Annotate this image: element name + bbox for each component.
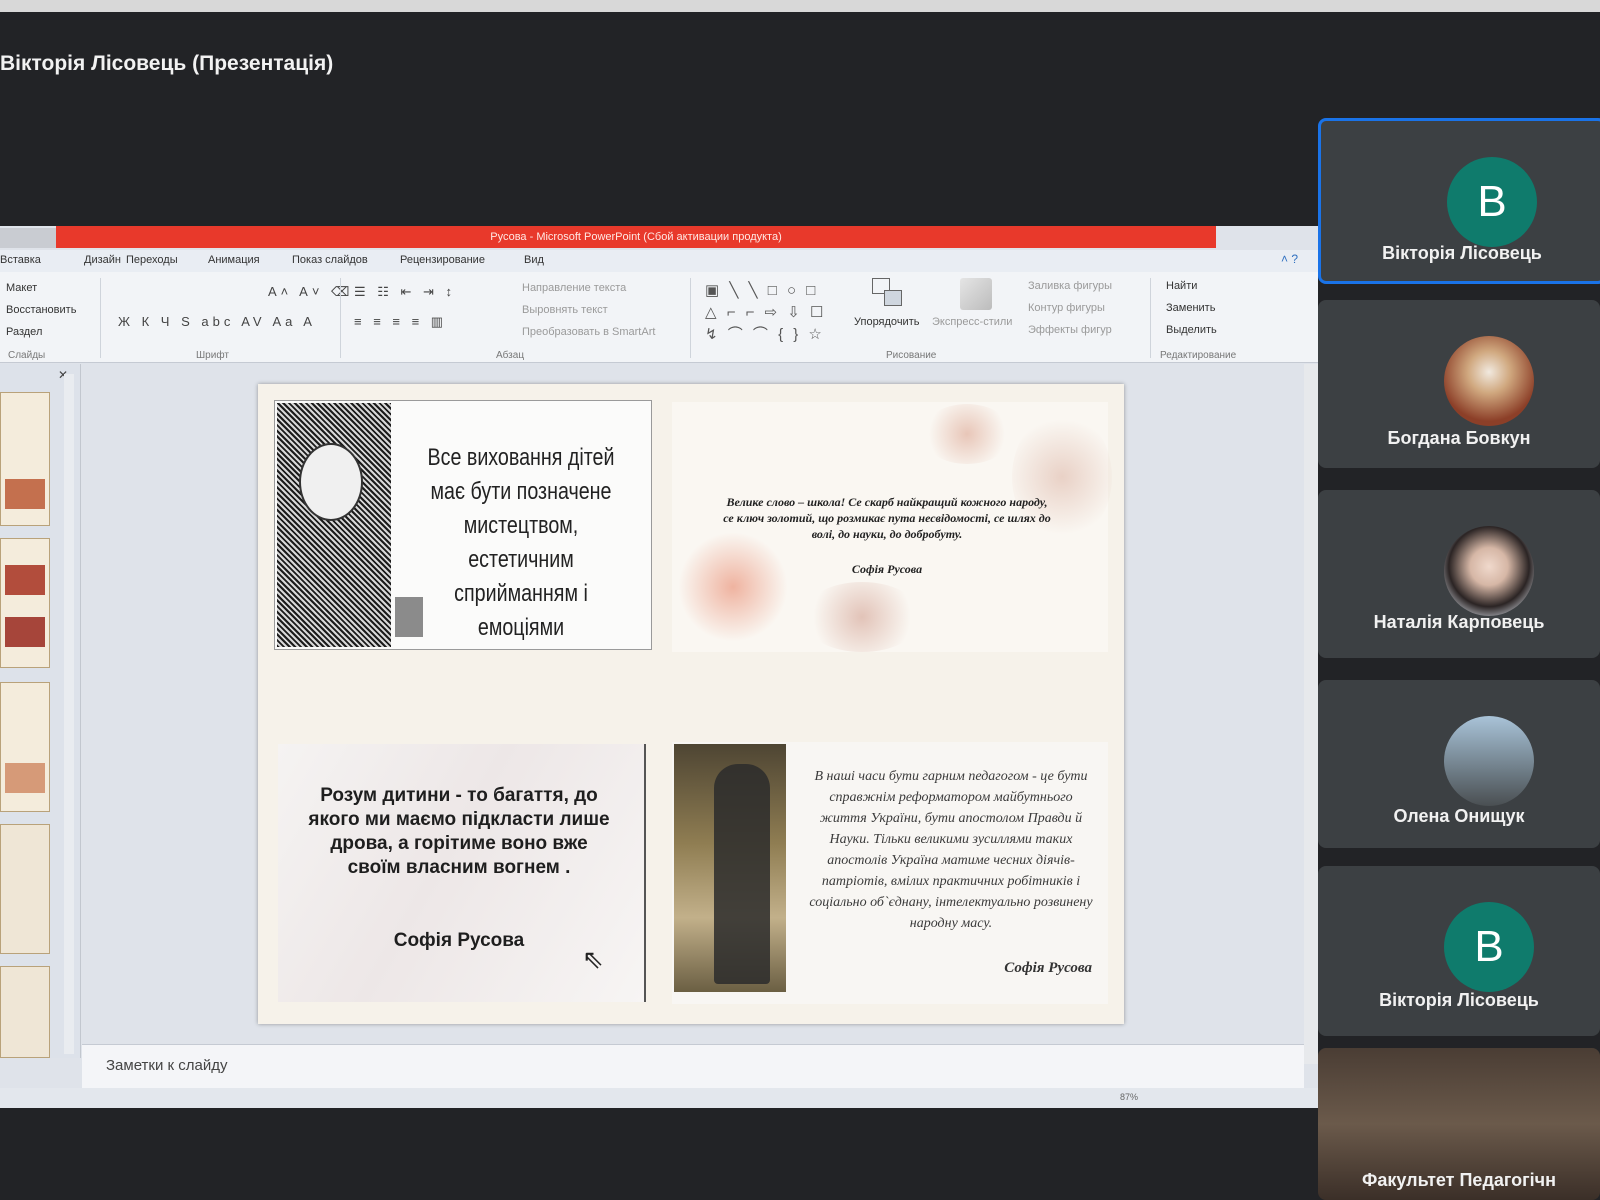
text-direction-button[interactable]: Направление текста: [522, 282, 626, 294]
drawing-group-label: Рисование: [886, 350, 937, 361]
quote-author-3: Софія Русова: [393, 930, 525, 951]
shapes-gallery[interactable]: ▣ ╲ ╲ □ ○ □ △ ⌐ ⌐ ⇨ ⇩ ☐ ↯ ⌒ ⌒ { } ☆: [705, 280, 845, 346]
slides-panel: ✕: [0, 364, 81, 1058]
zoom-level[interactable]: 87%: [1120, 1092, 1138, 1102]
top-bezel: [0, 0, 1600, 12]
tab-transitions[interactable]: Переходы: [126, 254, 178, 266]
quote-card-4[interactable]: В наші часи бути гарним педагогом - це б…: [672, 742, 1108, 1004]
portrait-image: [277, 403, 391, 647]
editing-group-label: Редактирование: [1160, 350, 1237, 361]
font-group-label: Шрифт: [196, 350, 229, 361]
window-title: Русова - Microsoft PowerPoint (Сбой акти…: [56, 226, 1216, 248]
avatar: [1444, 716, 1534, 806]
presentation-title: Вікторія Лісовець (Презентація): [0, 52, 334, 75]
section-button[interactable]: Раздел: [6, 326, 42, 338]
avatar: [1444, 526, 1534, 616]
participant-name: Богдана Бовкун: [1387, 428, 1531, 448]
tab-review[interactable]: Рецензирование: [400, 254, 485, 266]
participant-name: Наталія Карповець: [1373, 612, 1545, 632]
tab-design[interactable]: Дизайн: [84, 254, 121, 266]
quote-author-2: Софія Русова: [851, 562, 923, 576]
shape-outline-button[interactable]: Контур фигуры: [1028, 302, 1105, 314]
participant-tile[interactable]: Олена Онищук: [1318, 680, 1600, 848]
avatar: В: [1444, 902, 1534, 992]
ribbon-separator: [690, 278, 691, 358]
quote-text-3: Розум дитини - то багаття, до якого ми м…: [308, 785, 610, 878]
shape-fill-button[interactable]: Заливка фигуры: [1028, 280, 1112, 292]
slide-thumbnail[interactable]: [0, 538, 50, 668]
quote-text-4: В наші часи бути гарним педагогом - це б…: [809, 769, 1093, 931]
help-icon[interactable]: ˄ ?: [1281, 252, 1298, 266]
portrait-face: [299, 443, 363, 521]
slide-thumbnail[interactable]: [0, 682, 50, 812]
ribbon-separator: [100, 278, 101, 358]
quick-styles-button[interactable]: Экспресс-стили: [932, 316, 1012, 328]
quote-text-2: Велике слово – школа! Се скарб найкращий…: [723, 495, 1051, 541]
quick-styles-icon[interactable]: [960, 278, 992, 310]
participant-name: Вікторія Лісовець: [1379, 990, 1539, 1010]
align-text-button[interactable]: Выровнять текст: [522, 304, 608, 316]
quote-card-1[interactable]: Все виховання дітей має бути позначене м…: [274, 400, 652, 650]
ribbon-tabs: Вставка Дизайн Переходы Анимация Показ с…: [0, 250, 1318, 272]
slide-thumbnail[interactable]: [0, 392, 50, 526]
align-icons[interactable]: ≡ ≡ ≡ ≡ ▥: [354, 314, 447, 330]
quote-author-4: Софія Русова: [1004, 960, 1092, 976]
vertical-scrollbar[interactable]: [1304, 364, 1318, 1064]
participant-name: Вікторія Лісовець: [1382, 243, 1542, 263]
tab-insert[interactable]: Вставка: [0, 254, 41, 266]
notes-pane[interactable]: Заметки к слайду: [82, 1044, 1304, 1089]
participant-tile[interactable]: В Вікторія Лісовець: [1318, 866, 1600, 1036]
participant-name: Олена Онищук: [1393, 806, 1525, 826]
slide-thumbnail[interactable]: [0, 824, 50, 954]
arrange-icon[interactable]: [872, 278, 904, 308]
slides-scrollbar[interactable]: [64, 374, 74, 1054]
participant-tile[interactable]: Наталія Карповець: [1318, 490, 1600, 658]
portrait-photo: [674, 744, 786, 992]
ribbon-separator: [340, 278, 341, 358]
portrait-figure: [714, 764, 770, 984]
smartart-button[interactable]: Преобразовать в SmartArt: [522, 326, 655, 338]
list-icons[interactable]: ☰ ☷ ⇤ ⇥ ↕: [354, 284, 456, 300]
ribbon-separator: [1150, 278, 1151, 358]
status-bar: 87%: [0, 1088, 1318, 1108]
mouse-cursor-icon: ⇖: [582, 944, 604, 974]
floral-decoration: [678, 532, 788, 642]
tab-view[interactable]: Вид: [524, 254, 544, 266]
font-style-icons[interactable]: Ж К Ч S abc AV Aa A: [118, 314, 316, 329]
participant-tile[interactable]: В Вікторія Лісовець: [1318, 118, 1600, 284]
find-button[interactable]: Найти: [1166, 280, 1197, 292]
shape-effects-button[interactable]: Эффекты фигур: [1028, 324, 1112, 336]
floral-decoration: [922, 404, 1012, 464]
reset-button[interactable]: Восстановить: [6, 304, 76, 316]
tab-animation[interactable]: Анимация: [208, 254, 260, 266]
notes-placeholder: Заметки к слайду: [106, 1057, 228, 1074]
participant-tile[interactable]: Богдана Бовкун: [1318, 300, 1600, 468]
tab-slideshow[interactable]: Показ слайдов: [292, 254, 368, 266]
slide[interactable]: Все виховання дітей має бути позначене м…: [258, 384, 1124, 1024]
layout-button[interactable]: Макет: [6, 282, 37, 294]
select-button[interactable]: Выделить: [1166, 324, 1217, 336]
quick-access-toolbar[interactable]: [0, 228, 56, 248]
ribbon: Макет Восстановить Раздел Слайды A˄ A˅ ⌫…: [0, 272, 1318, 363]
slide-thumbnail[interactable]: [0, 966, 50, 1058]
participant-tile[interactable]: Факультет Педагогічн: [1318, 1048, 1600, 1200]
replace-button[interactable]: Заменить: [1166, 302, 1215, 314]
avatar: [1444, 336, 1534, 426]
arrange-button[interactable]: Упорядочить: [854, 316, 919, 328]
avatar: В: [1447, 157, 1537, 247]
quote-text-1: Все виховання дітей має бути позначене м…: [427, 444, 615, 641]
participant-name: Факультет Педагогічн: [1362, 1170, 1556, 1190]
paragraph-group-label: Абзац: [496, 350, 525, 361]
quote-card-2[interactable]: Велике слово – школа! Се скарб найкращий…: [672, 402, 1112, 652]
slides-group-label: Слайды: [8, 350, 46, 361]
floral-decoration: [802, 582, 922, 652]
